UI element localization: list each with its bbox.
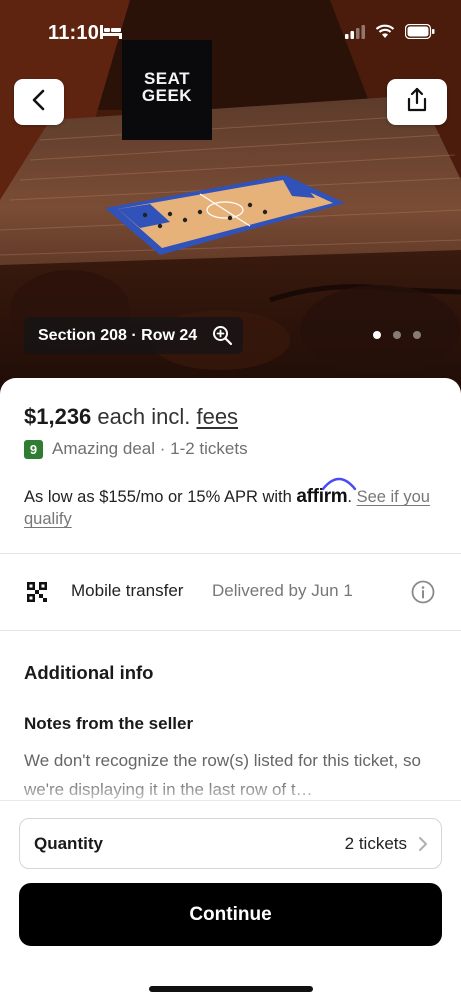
delivery-row: Mobile transfer Delivered by Jun 1 [0, 554, 461, 630]
chevron-right-icon [418, 836, 428, 857]
price-line: $1,236 each incl. fees [24, 404, 238, 430]
carousel-dot[interactable] [373, 331, 381, 339]
carousel-dot[interactable] [413, 331, 421, 339]
share-icon [405, 87, 429, 118]
zoom-in-icon[interactable] [212, 325, 233, 351]
signal-icon [345, 24, 365, 44]
deal-score-badge: 9 [24, 439, 43, 459]
battery-icon [404, 23, 435, 44]
section-row-label[interactable]: Section 208 · Row 24 [24, 317, 244, 354]
price-suffix: each incl. [91, 404, 197, 429]
wifi-icon [375, 24, 395, 44]
fees-link[interactable]: fees [196, 404, 238, 429]
affirm-financing: As low as $155/mo or 15% APR with affirm… [24, 477, 444, 530]
price-value: $1,236 [24, 404, 92, 429]
quantity-value: 2 tickets [344, 834, 407, 853]
qr-icon [27, 582, 47, 607]
section-row-text: Section 208 · Row 24 [38, 326, 198, 344]
back-arrow-icon [30, 89, 48, 116]
deal-line: 9 Amazing deal · 1-2 tickets [24, 439, 248, 459]
status-time: 11:10 [48, 22, 100, 44]
listing-sheet: $1,236 each incl. fees 9 Amazing deal · … [0, 378, 461, 808]
status-bar: 11:10 [0, 0, 461, 66]
affirm-text: As low as $155/mo or 15% APR with [24, 488, 297, 506]
back-button[interactable] [14, 79, 64, 125]
venue-photo[interactable]: SEAT GEEK 11:10 Section 208 · Row 24 [0, 0, 461, 400]
share-button[interactable] [387, 79, 447, 125]
carousel-dot[interactable] [393, 331, 401, 339]
carousel-dots[interactable] [373, 331, 421, 339]
delivery-method: Mobile transfer [71, 581, 184, 600]
additional-info-title: Additional info [24, 662, 154, 683]
checkout-bar: Quantity 2 tickets Continue [0, 800, 461, 1000]
home-indicator [149, 986, 313, 992]
info-icon[interactable] [411, 580, 435, 609]
seller-notes-title: Notes from the seller [24, 714, 194, 733]
quantity-label: Quantity [34, 834, 103, 853]
quantity-selector[interactable]: Quantity 2 tickets [19, 818, 442, 869]
delivery-date: Delivered by Jun 1 [212, 581, 353, 600]
divider [0, 630, 461, 631]
continue-button[interactable]: Continue [19, 883, 442, 946]
deal-text: Amazing deal · 1-2 tickets [52, 439, 248, 458]
affirm-logo: affirm [296, 477, 357, 507]
bed-icon [100, 25, 122, 44]
